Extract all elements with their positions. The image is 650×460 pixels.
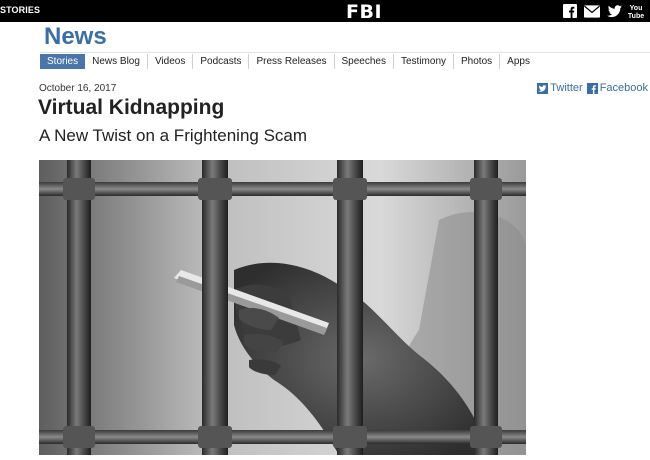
- facebook-share-label: Facebook: [599, 82, 648, 94]
- facebook-icon[interactable]: [562, 3, 578, 19]
- article-photo: [39, 160, 526, 455]
- article-date: October 16, 2017: [39, 83, 117, 94]
- social-links: You Tube: [562, 3, 644, 19]
- facebook-share-link[interactable]: Facebook: [586, 82, 648, 94]
- share-links: Twitter Facebook: [537, 82, 648, 94]
- nav-item-news-blog[interactable]: News Blog: [85, 54, 148, 69]
- twitter-share-link[interactable]: Twitter: [537, 82, 583, 94]
- facebook-icon: [586, 82, 598, 94]
- nav-item-testimony[interactable]: Testimony: [394, 54, 455, 69]
- nav-item-podcasts[interactable]: Podcasts: [193, 54, 250, 69]
- twitter-icon[interactable]: [606, 3, 622, 19]
- nav-item-photos[interactable]: Photos: [454, 54, 501, 69]
- nav-item-stories[interactable]: Stories: [40, 54, 86, 69]
- email-icon[interactable]: [584, 3, 600, 19]
- nav-item-press-releases[interactable]: Press Releases: [249, 54, 335, 69]
- nav-item-speeches[interactable]: Speeches: [335, 54, 394, 69]
- nav-item-apps[interactable]: Apps: [500, 54, 537, 69]
- top-bar: STORIES FBI You Tube: [0, 0, 650, 23]
- twitter-share-label: Twitter: [550, 82, 583, 94]
- article-headline: Virtual Kidnapping: [38, 96, 225, 119]
- sub-navigation: Stories News Blog Videos Podcasts Press …: [40, 53, 537, 70]
- twitter-icon: [537, 82, 549, 94]
- nav-item-videos[interactable]: Videos: [148, 54, 194, 69]
- article-subheadline: A New Twist on a Frightening Scam: [39, 126, 308, 145]
- section-title: News: [44, 23, 107, 50]
- fbi-logo[interactable]: FBI: [346, 1, 382, 23]
- stories-link[interactable]: STORIES: [0, 5, 40, 15]
- svg-text:You: You: [630, 5, 643, 12]
- svg-text:Tube: Tube: [628, 13, 644, 19]
- youtube-icon[interactable]: You Tube: [628, 3, 644, 19]
